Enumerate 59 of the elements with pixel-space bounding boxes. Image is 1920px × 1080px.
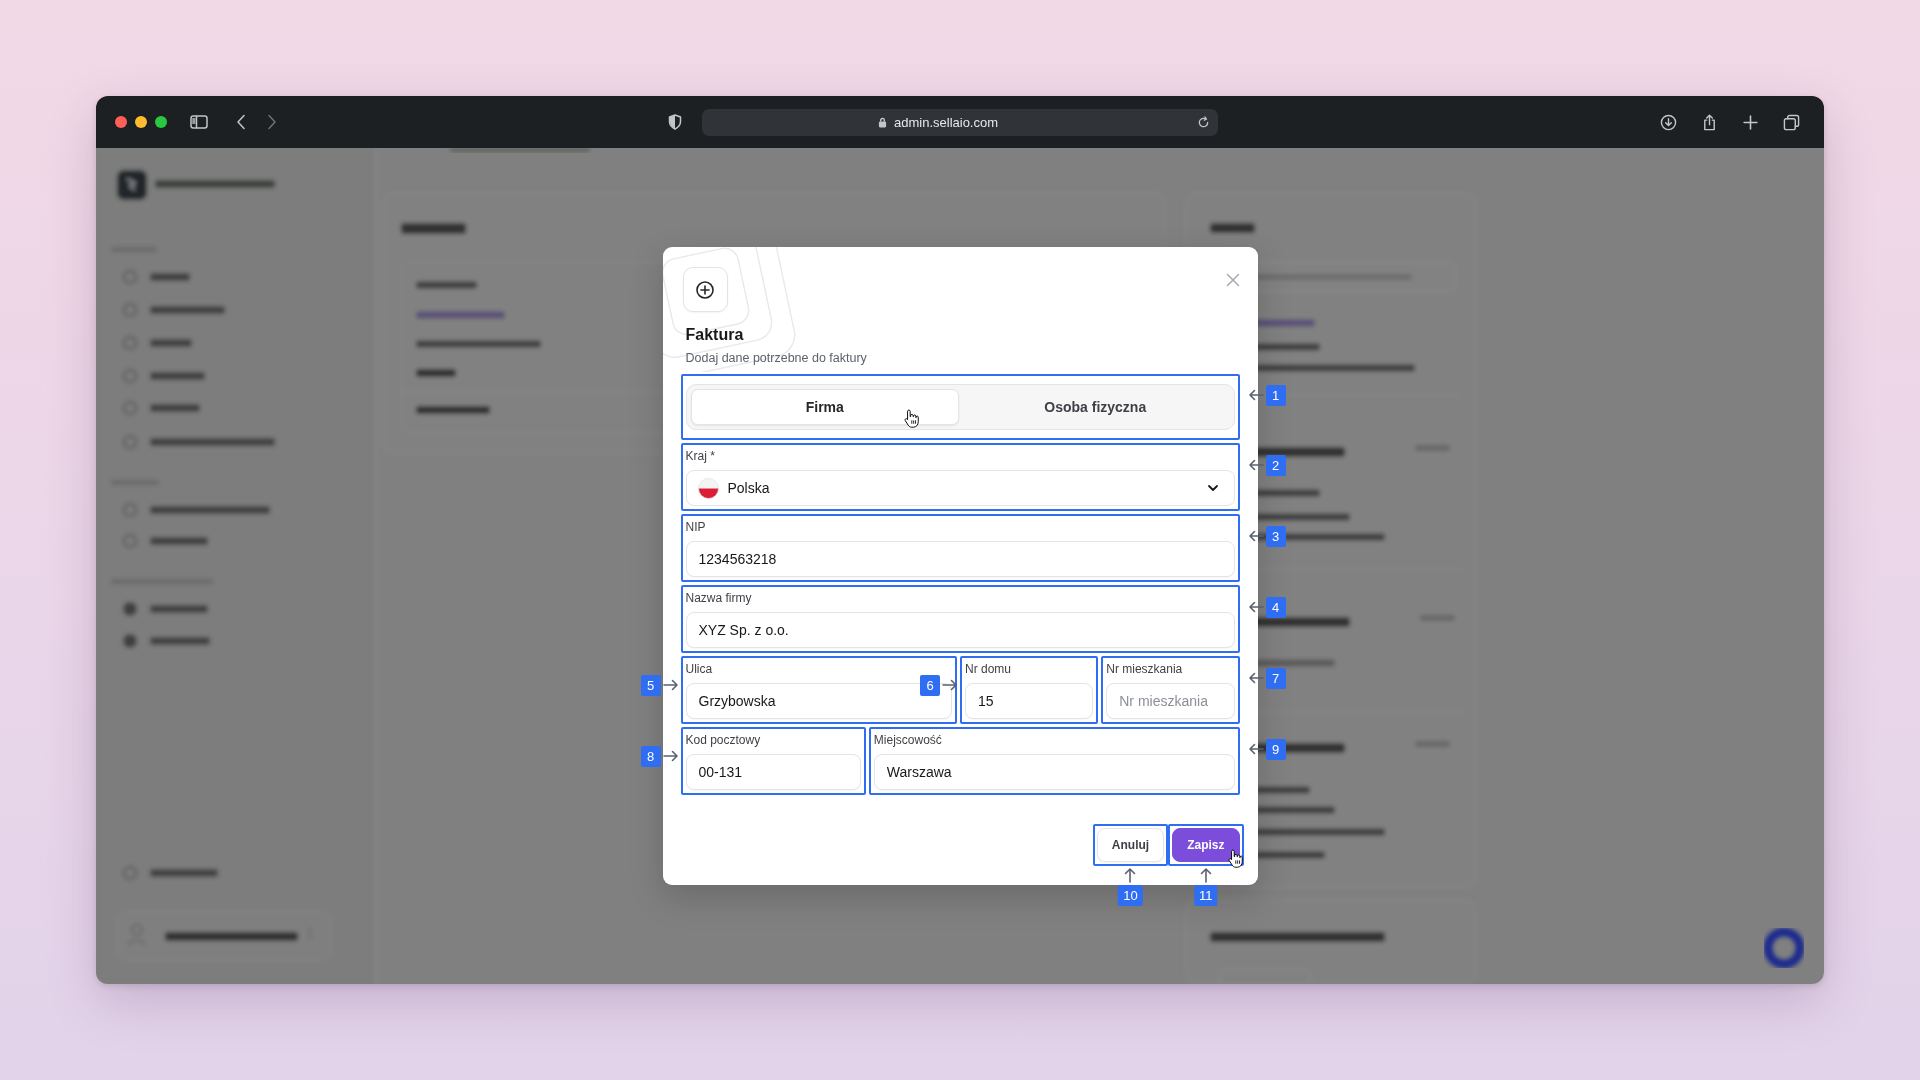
annotation-number: 5 [640, 675, 661, 696]
annotation-number: 7 [1265, 668, 1286, 689]
field-label: Nazwa firmy [685, 590, 752, 606]
window-maximize-icon[interactable] [155, 116, 167, 128]
sidebar-icon[interactable] [190, 115, 208, 129]
annotation-number: 6 [920, 675, 940, 696]
arrow-icon [1247, 389, 1264, 401]
country-select[interactable]: Polska [685, 470, 1235, 506]
share-icon[interactable] [1701, 113, 1718, 131]
ring-icon [1763, 927, 1805, 969]
arrow-icon [1199, 867, 1212, 883]
dialog-subtitle: Dodaj dane potrzebne do faktury [685, 350, 867, 367]
field-label: Kod pocztowy [685, 732, 761, 748]
arrow-icon [662, 750, 679, 762]
tabs-icon[interactable] [1783, 113, 1800, 131]
arrow-icon [1247, 672, 1264, 684]
lock-icon [878, 116, 887, 128]
arrow-icon [1247, 743, 1264, 755]
window-minimize-icon[interactable] [135, 116, 147, 128]
flag-icon [697, 477, 719, 499]
annotation-number: 10 [1118, 885, 1143, 906]
cancel-button[interactable]: Anuluj [1096, 828, 1165, 862]
annotation-number: 4 [1265, 597, 1286, 618]
annotation-number: 9 [1265, 739, 1286, 760]
reload-icon[interactable] [1197, 115, 1210, 129]
annotation-number: 2 [1265, 455, 1286, 476]
annotation-number: 8 [640, 746, 661, 767]
annotation-number: 11 [1194, 885, 1218, 906]
input-field[interactable]: Nr mieszkania [1106, 683, 1235, 719]
field-label: Ulica [685, 661, 713, 677]
arrow-icon [1247, 530, 1264, 542]
window-close-icon[interactable] [115, 116, 127, 128]
arrow-icon [942, 679, 958, 691]
save-button[interactable]: Zapisz [1172, 828, 1240, 862]
field-label: Nr domu [965, 661, 1011, 677]
field-label: Miejscowość [873, 732, 942, 748]
input-field[interactable]: XYZ Sp. z o.o. [685, 612, 1235, 648]
segment-tab[interactable]: Osoba fizyczna [961, 389, 1230, 425]
plus-icon[interactable] [1742, 113, 1759, 131]
shield-icon[interactable] [668, 114, 682, 130]
back-icon[interactable] [236, 114, 246, 130]
arrow-icon [1247, 601, 1264, 613]
arrow-icon [662, 679, 679, 691]
input-field[interactable]: 1234563218 [685, 541, 1235, 577]
forward-icon[interactable] [267, 114, 277, 130]
address-bar[interactable]: admin.sellaio.com [702, 108, 1218, 136]
arrow-icon [1124, 867, 1137, 883]
input-field[interactable]: 00-131 [685, 754, 861, 790]
input-field[interactable]: Warszawa [873, 754, 1235, 790]
input-field[interactable]: 15 [965, 683, 1094, 719]
segment-tab[interactable]: Firma [690, 389, 959, 425]
field-label: Nr mieszkania [1106, 661, 1183, 677]
download-icon[interactable] [1660, 113, 1677, 131]
field-label: NIP [685, 519, 706, 535]
annotation-number: 3 [1265, 526, 1286, 547]
field-label: Kraj * [685, 448, 715, 464]
annotation-number: 1 [1265, 385, 1286, 406]
dialog-title: Faktura [685, 325, 744, 345]
arrow-icon [1247, 459, 1264, 471]
